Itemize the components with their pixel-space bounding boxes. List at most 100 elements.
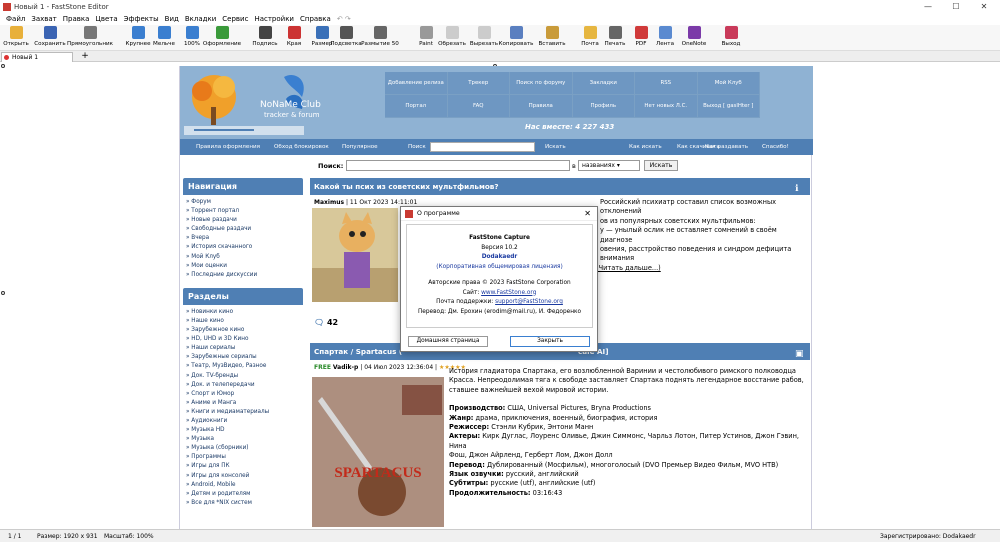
- section-list-item[interactable]: » Новинки кино: [186, 308, 303, 317]
- section-list-item[interactable]: » Наше кино: [186, 317, 303, 326]
- nav-logout[interactable]: Выход [ gaslHter ]: [697, 95, 760, 118]
- maximize-icon[interactable]: ☐: [942, 0, 970, 13]
- quick-search-input[interactable]: [430, 142, 535, 152]
- section-list-item[interactable]: » Спорт и Юмор: [186, 390, 303, 399]
- subnav-search-label: Поиск: [408, 144, 426, 150]
- post-title-text[interactable]: Спартак / Spartacus (: [314, 347, 402, 356]
- toolbar-button-1[interactable]: Сохранить: [30, 26, 70, 47]
- nav-faq[interactable]: FAQ: [447, 95, 510, 118]
- tab-document[interactable]: Новый 1: [1, 52, 73, 62]
- nav-rss[interactable]: RSS: [635, 72, 698, 95]
- toolbar-button-15[interactable]: Копировать: [496, 26, 536, 47]
- search-scope-select[interactable]: названиях ▾: [578, 160, 640, 171]
- support-link[interactable]: support@FastStone.org: [495, 299, 563, 305]
- section-list-item[interactable]: » Музыка (сборники): [186, 444, 303, 453]
- subnav-how-search[interactable]: Как искать: [629, 144, 662, 150]
- read-more-link[interactable]: (Читать дальше...): [596, 264, 810, 273]
- close-icon[interactable]: ✕: [970, 0, 998, 13]
- menu-colors[interactable]: Цвета: [95, 15, 117, 23]
- nav-tracker[interactable]: Трекер: [447, 72, 510, 95]
- section-list-item[interactable]: » Зарубежные сериалы: [186, 353, 303, 362]
- field-key: Субтитры:: [449, 479, 489, 488]
- list-item-label: Зарубежное кино: [191, 327, 245, 334]
- menu-tabs[interactable]: Вкладки: [185, 15, 216, 23]
- section-list-item[interactable]: » Игры для консолей: [186, 472, 303, 481]
- nav-portal[interactable]: Портал: [385, 95, 448, 118]
- section-list-item[interactable]: » Аудиокниги: [186, 417, 303, 426]
- post-title-text[interactable]: Какой ты псих из советских мультфильмов?: [314, 182, 499, 191]
- nav-list-item[interactable]: » История скачанного: [186, 243, 303, 252]
- subnav-rules[interactable]: Правила оформления: [196, 144, 260, 150]
- menu-help[interactable]: Справка: [300, 15, 331, 23]
- add-tab-button[interactable]: +: [78, 51, 92, 61]
- undo-icon[interactable]: ↶ ↷: [337, 15, 351, 23]
- section-list-item[interactable]: » Книги и медиаматериалы: [186, 408, 303, 417]
- menu-effects[interactable]: Эффекты: [124, 15, 159, 23]
- post-author[interactable]: Maximus: [314, 199, 344, 206]
- section-list-item[interactable]: » Наши сериалы: [186, 344, 303, 353]
- subnav-popular[interactable]: Популярное: [342, 144, 378, 150]
- menu-settings[interactable]: Настройки: [254, 15, 294, 23]
- resize-handle[interactable]: [1, 291, 5, 295]
- post-author[interactable]: Vadik-p: [333, 364, 359, 371]
- nav-bookmarks[interactable]: Закладки: [572, 72, 635, 95]
- menu-file[interactable]: Файл: [6, 15, 25, 23]
- section-list-item[interactable]: » Зарубежное кино: [186, 326, 303, 335]
- section-list-item[interactable]: » Док. TV-бренды: [186, 372, 303, 381]
- collapse-icon[interactable]: ▣: [795, 346, 804, 359]
- section-list-item[interactable]: » Музыка: [186, 435, 303, 444]
- section-list-item[interactable]: » Игры для ПК: [186, 462, 303, 471]
- nav-list-item[interactable]: » Мой Клуб: [186, 253, 303, 262]
- toolbar-button-21[interactable]: OneNote: [674, 26, 714, 47]
- nav-profile[interactable]: Профиль: [572, 95, 635, 118]
- resize-handle[interactable]: [1, 64, 5, 68]
- menu-view[interactable]: Вид: [165, 15, 179, 23]
- toolbar-button-2[interactable]: Прямоугольник: [67, 26, 113, 47]
- subnav-unblock[interactable]: Обход блокировок: [274, 144, 329, 150]
- menu-capture[interactable]: Захват: [31, 15, 56, 23]
- search-input[interactable]: [346, 160, 570, 171]
- section-list-item[interactable]: » Музыка HD: [186, 426, 303, 435]
- nav-list-item[interactable]: » Торрент портал: [186, 207, 303, 216]
- nav-messages[interactable]: Нет новых Л.С.: [635, 95, 698, 118]
- post-title[interactable]: Какой ты псих из советских мультфильмов?…: [310, 178, 810, 195]
- home-page-button[interactable]: Домашняя страница: [408, 336, 488, 347]
- comments-count[interactable]: 🗨 42: [314, 318, 338, 327]
- nav-list-item[interactable]: » Свободные раздачи: [186, 225, 303, 234]
- nav-rules[interactable]: Правила: [510, 95, 573, 118]
- menu-tools[interactable]: Сервис: [222, 15, 248, 23]
- website-link[interactable]: www.FastStone.org: [481, 290, 536, 296]
- section-list-item[interactable]: » HD, UHD и 3D Кино: [186, 335, 303, 344]
- section-list-item[interactable]: » Программы: [186, 453, 303, 462]
- section-list-item[interactable]: » Android, Mobile: [186, 481, 303, 490]
- dialog-title-bar: О программе ✕: [401, 207, 597, 221]
- toolbar-button-11[interactable]: Размытие 50: [360, 26, 400, 47]
- nav-list-item[interactable]: » Новые раздачи: [186, 216, 303, 225]
- section-list-item[interactable]: » Театр, МузВидео, Разное: [186, 362, 303, 371]
- nav-list-item[interactable]: » Мои оценки: [186, 262, 303, 271]
- nav-list-item[interactable]: » Последние дискуссии: [186, 271, 303, 280]
- nav-list-item[interactable]: » Форум: [186, 198, 303, 207]
- minimize-icon[interactable]: —: [914, 0, 942, 13]
- nav-my-club[interactable]: Мой Клуб: [697, 72, 760, 95]
- subnav-search-button[interactable]: Искать: [545, 144, 566, 150]
- dialog-close-button[interactable]: Закрыть: [510, 336, 590, 347]
- search-button[interactable]: Искать: [644, 160, 678, 171]
- subnav-thanks[interactable]: Спасибо!: [762, 144, 789, 150]
- section-list-item[interactable]: » Все для *NIX систем: [186, 499, 303, 508]
- nav-add-release[interactable]: Добавление релиза: [385, 72, 448, 95]
- nav-forum-search[interactable]: Поиск по форуму: [510, 72, 573, 95]
- toolbar-button-6[interactable]: Оформление: [202, 26, 242, 47]
- toolbar-button-22[interactable]: Выход: [711, 26, 751, 47]
- nav-list-item[interactable]: » Вчера: [186, 234, 303, 243]
- menu-edit[interactable]: Правка: [63, 15, 90, 23]
- page-indicator: 1 / 1: [8, 533, 22, 540]
- site-header: NoNaMe Club tracker & forum Добавление р…: [180, 66, 813, 139]
- section-list-item[interactable]: » Док. и телепередачи: [186, 381, 303, 390]
- subnav-how-seed[interactable]: Как раздавать: [705, 144, 748, 150]
- dialog-close-icon[interactable]: ✕: [584, 207, 591, 221]
- section-list-item[interactable]: » Аниме и Манга: [186, 399, 303, 408]
- toolbar-button-16[interactable]: Вставить: [532, 26, 572, 47]
- section-list-item[interactable]: » Детям и родителям: [186, 490, 303, 499]
- info-icon[interactable]: ℹ: [795, 181, 804, 194]
